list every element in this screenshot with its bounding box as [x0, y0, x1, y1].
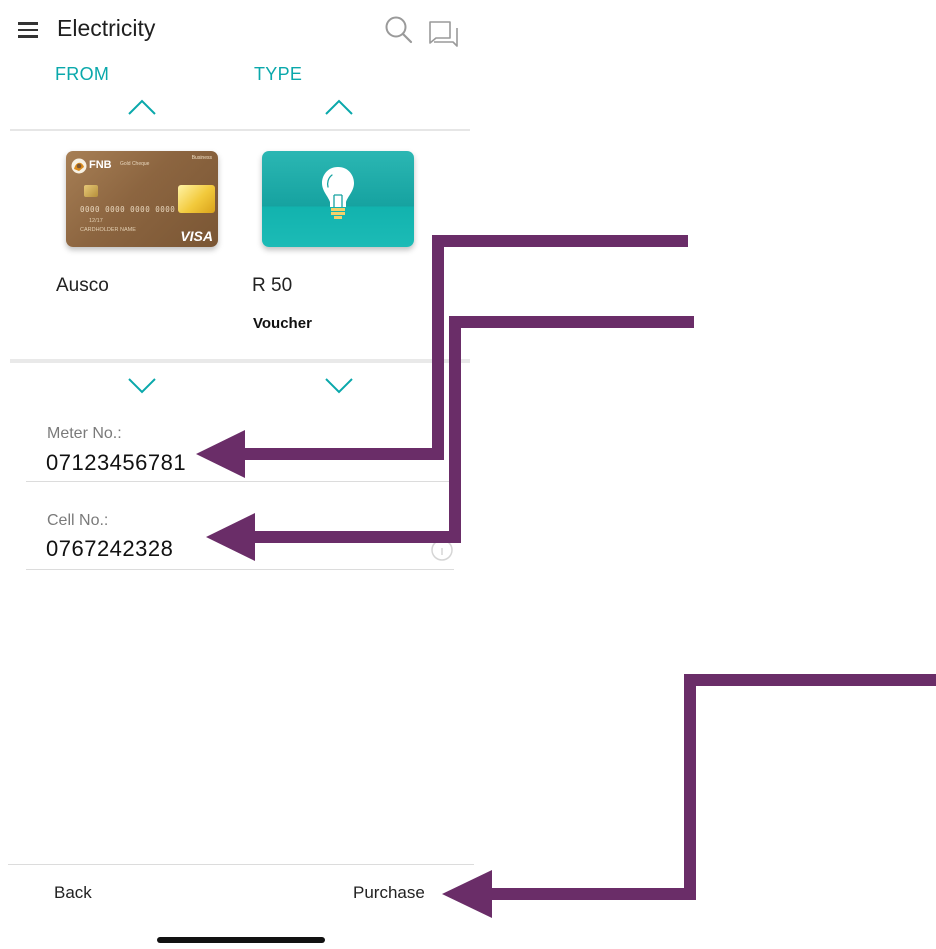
purchase-annotation-arrow-line [490, 674, 936, 900]
card-expiry: 12/17 [89, 218, 103, 224]
back-button[interactable]: Back [54, 883, 92, 903]
from-scroll-up-chevron-icon[interactable] [127, 98, 157, 116]
card-number: 0000 0000 0000 0000 [80, 205, 176, 214]
card-hologram [178, 185, 215, 213]
card-holder: CARDHOLDER NAME [80, 227, 136, 233]
app-screen: Electricity FROM TYPE FNB Gold Cheque Bu… [0, 0, 474, 949]
purchase-button[interactable]: Purchase [353, 883, 425, 903]
chat-icon[interactable] [428, 20, 458, 48]
footer-divider [8, 864, 474, 865]
card-tier: Gold Cheque [120, 161, 150, 167]
search-icon[interactable] [384, 15, 414, 45]
meter-number-underline [26, 481, 454, 482]
card-chip [84, 185, 98, 197]
meter-number-label: Meter No.: [47, 425, 122, 442]
picker-bottom-divider [10, 359, 470, 363]
info-icon[interactable] [430, 538, 454, 562]
cell-number-label: Cell No.: [47, 512, 109, 529]
card-brand: FNB [89, 159, 112, 171]
cell-number-underline [26, 569, 454, 570]
picker-top-divider [10, 129, 470, 131]
type-scroll-up-chevron-icon[interactable] [324, 98, 354, 116]
type-card[interactable] [262, 151, 414, 247]
from-scroll-down-chevron-icon[interactable] [127, 377, 157, 395]
type-label: TYPE [254, 64, 303, 84]
page-title: Electricity [57, 15, 156, 41]
cell-number-input[interactable]: 0767242328 [46, 536, 173, 562]
type-scroll-down-chevron-icon[interactable] [324, 377, 354, 395]
from-account-name: Ausco [56, 275, 109, 296]
visa-logo: VISA [180, 228, 213, 244]
home-indicator [157, 937, 325, 943]
voucher-amount: R 50 [252, 275, 293, 296]
voucher-type: Voucher [253, 315, 312, 332]
from-label: FROM [55, 64, 110, 84]
card-segment: Business [191, 155, 212, 161]
from-account-card[interactable]: FNB Gold Cheque Business 0000 0000 0000 … [66, 151, 218, 247]
menu-icon[interactable] [18, 22, 40, 38]
fnb-logo-icon [71, 158, 87, 174]
meter-number-input[interactable]: 07123456781 [46, 450, 186, 476]
lightbulb-icon [322, 167, 354, 219]
